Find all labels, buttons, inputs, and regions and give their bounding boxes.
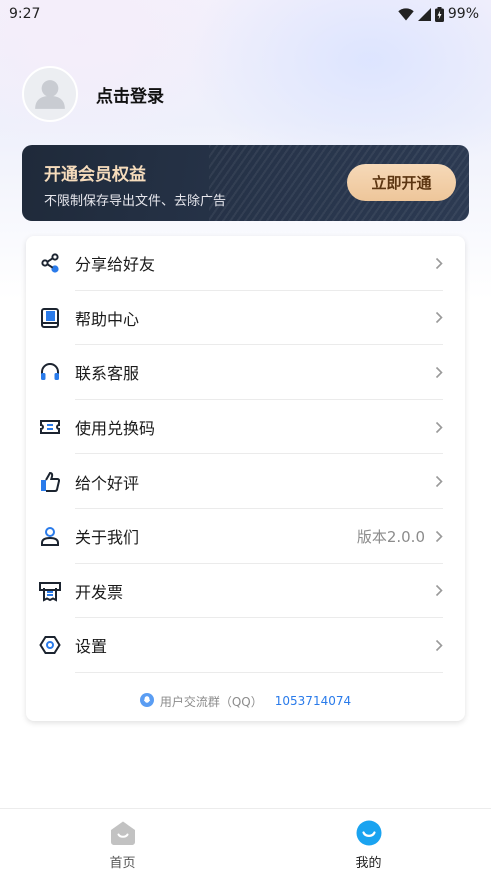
- version-text: 版本2.0.0: [356, 527, 425, 546]
- vip-subtitle: 不限制保存导出文件、去除广告: [44, 194, 227, 209]
- ticket-icon: [38, 415, 62, 439]
- menu-item-label: 给个好评: [75, 473, 140, 493]
- thumbs-up-icon: [38, 470, 62, 494]
- vip-open-button[interactable]: 立即开通: [347, 164, 456, 201]
- share-icon: [38, 251, 62, 275]
- battery-percent: 99%: [447, 6, 479, 22]
- chevron-right-icon: [435, 256, 447, 270]
- invoice-icon: [38, 579, 62, 603]
- profile-smile-icon: [356, 820, 382, 846]
- menu-item-about[interactable]: 关于我们 版本2.0.0: [26, 509, 465, 564]
- settings-icon: [38, 633, 62, 657]
- chevron-right-icon: [435, 584, 447, 598]
- chevron-right-icon: [435, 638, 447, 652]
- chevron-right-icon: [435, 529, 447, 543]
- status-icons: 99%: [398, 6, 479, 22]
- menu-item-label: 分享给好友: [75, 255, 156, 275]
- login-label[interactable]: 点击登录: [96, 82, 164, 107]
- qq-group-row[interactable]: 用户交流群（QQ） 1053714074: [26, 691, 465, 711]
- status-bar: 9:27 99%: [0, 0, 491, 28]
- avatar-placeholder-icon: [35, 80, 65, 109]
- chevron-right-icon: [435, 365, 447, 379]
- menu-item-label: 设置: [75, 637, 108, 657]
- vip-title: 开通会员权益: [44, 165, 146, 185]
- menu-item-label: 联系客服: [75, 364, 140, 384]
- status-time: 9:27: [9, 6, 41, 22]
- battery-icon: [434, 6, 444, 22]
- menu-item-help[interactable]: 帮助中心: [26, 291, 465, 346]
- qq-group-number[interactable]: 1053714074: [275, 694, 351, 708]
- menu-item-share[interactable]: 分享给好友: [26, 236, 465, 291]
- divider: [75, 671, 443, 673]
- menu-item-contact[interactable]: 联系客服: [26, 345, 465, 400]
- bottom-tab-bar: 首页 我的: [0, 808, 491, 873]
- tab-label-home: 首页: [109, 856, 136, 871]
- tab-mine[interactable]: 我的: [246, 809, 491, 873]
- menu-item-rate[interactable]: 给个好评: [26, 454, 465, 509]
- menu-item-label: 使用兑换码: [75, 419, 156, 439]
- vip-banner[interactable]: 开通会员权益 不限制保存导出文件、去除广告 立即开通: [22, 145, 469, 221]
- avatar[interactable]: [22, 66, 78, 122]
- headset-icon: [38, 360, 62, 384]
- tab-label-mine: 我的: [355, 856, 382, 871]
- login-area[interactable]: 点击登录: [22, 66, 164, 122]
- qq-icon: [139, 692, 154, 710]
- chevron-right-icon: [435, 420, 447, 434]
- user-icon: [38, 524, 62, 548]
- tab-home[interactable]: 首页: [0, 809, 245, 873]
- menu-item-label: 帮助中心: [75, 309, 140, 329]
- home-icon: [110, 820, 136, 846]
- qq-group-label: 用户交流群（QQ）: [159, 694, 263, 709]
- menu-card: 分享给好友 帮助中心 联系客服 使用兑换码 给个好评 关于我们 版本2.0.0 …: [26, 236, 465, 721]
- chevron-right-icon: [435, 475, 447, 489]
- book-icon: [38, 306, 62, 330]
- menu-item-settings[interactable]: 设置: [26, 618, 465, 673]
- cell-signal-icon: [417, 7, 431, 21]
- chevron-right-icon: [435, 311, 447, 325]
- wifi-icon: [398, 7, 414, 21]
- menu-item-invoice[interactable]: 开发票: [26, 564, 465, 619]
- menu-item-label: 开发票: [75, 582, 124, 602]
- menu-item-redeem[interactable]: 使用兑换码: [26, 400, 465, 455]
- menu-item-label: 关于我们: [75, 528, 140, 548]
